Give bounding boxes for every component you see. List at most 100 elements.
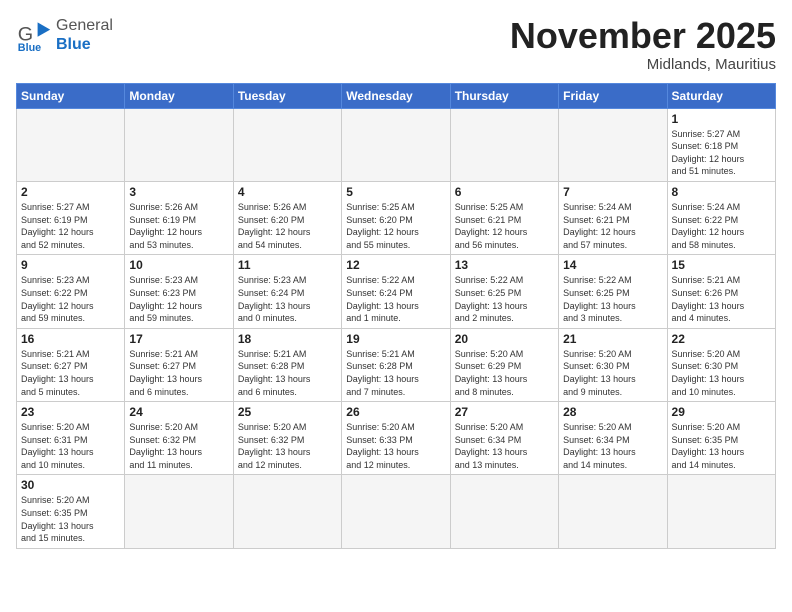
calendar: SundayMondayTuesdayWednesdayThursdayFrid… bbox=[16, 83, 776, 549]
calendar-cell bbox=[233, 475, 341, 548]
calendar-cell: 9 Sunrise: 5:23 AM Sunset: 6:22 PM Daylig… bbox=[17, 255, 125, 328]
weekday-header-thursday: Thursday bbox=[450, 83, 558, 108]
day-number: 23 bbox=[21, 405, 120, 419]
week-row-3: 16 Sunrise: 5:21 AM Sunset: 6:27 PM Dayli… bbox=[17, 328, 776, 401]
calendar-cell bbox=[342, 475, 450, 548]
calendar-cell bbox=[125, 475, 233, 548]
calendar-cell: 7 Sunrise: 5:24 AM Sunset: 6:21 PM Daylig… bbox=[559, 181, 667, 254]
day-info: Sunrise: 5:21 AM Sunset: 6:27 PM Dayligh… bbox=[21, 348, 120, 398]
day-info: Sunrise: 5:20 AM Sunset: 6:34 PM Dayligh… bbox=[455, 421, 554, 471]
logo: G Blue General Blue bbox=[16, 16, 113, 54]
calendar-cell: 16 Sunrise: 5:21 AM Sunset: 6:27 PM Dayli… bbox=[17, 328, 125, 401]
calendar-cell: 5Sunrise: 5:25 AM Sunset: 6:20 PM Daylig… bbox=[342, 181, 450, 254]
calendar-cell bbox=[450, 475, 558, 548]
day-info: Sunrise: 5:21 AM Sunset: 6:26 PM Dayligh… bbox=[672, 274, 771, 324]
calendar-cell: 20 Sunrise: 5:20 AM Sunset: 6:29 PM Dayli… bbox=[450, 328, 558, 401]
logo-text: General Blue bbox=[56, 16, 113, 54]
calendar-cell bbox=[559, 108, 667, 181]
day-info: Sunrise: 5:23 AM Sunset: 6:22 PM Dayligh… bbox=[21, 274, 120, 324]
day-info: Sunrise: 5:23 AM Sunset: 6:23 PM Dayligh… bbox=[129, 274, 228, 324]
calendar-cell bbox=[667, 475, 775, 548]
calendar-cell: 1Sunrise: 5:27 AM Sunset: 6:18 PM Daylig… bbox=[667, 108, 775, 181]
day-number: 6 bbox=[455, 185, 554, 199]
day-info: Sunrise: 5:24 AM Sunset: 6:21 PM Dayligh… bbox=[563, 201, 662, 251]
day-number: 1 bbox=[672, 112, 771, 126]
calendar-cell: 8Sunrise: 5:24 AM Sunset: 6:22 PM Daylig… bbox=[667, 181, 775, 254]
calendar-cell: 15 Sunrise: 5:21 AM Sunset: 6:26 PM Dayli… bbox=[667, 255, 775, 328]
day-number: 13 bbox=[455, 258, 554, 272]
calendar-cell: 6 Sunrise: 5:25 AM Sunset: 6:21 PM Daylig… bbox=[450, 181, 558, 254]
day-info: Sunrise: 5:20 AM Sunset: 6:32 PM Dayligh… bbox=[129, 421, 228, 471]
day-number: 27 bbox=[455, 405, 554, 419]
day-info: Sunrise: 5:20 AM Sunset: 6:34 PM Dayligh… bbox=[563, 421, 662, 471]
day-number: 7 bbox=[563, 185, 662, 199]
calendar-cell: 17 Sunrise: 5:21 AM Sunset: 6:27 PM Dayli… bbox=[125, 328, 233, 401]
day-info: Sunrise: 5:20 AM Sunset: 6:30 PM Dayligh… bbox=[563, 348, 662, 398]
calendar-cell: 11Sunrise: 5:23 AM Sunset: 6:24 PM Dayli… bbox=[233, 255, 341, 328]
calendar-cell bbox=[450, 108, 558, 181]
day-number: 25 bbox=[238, 405, 337, 419]
day-info: Sunrise: 5:20 AM Sunset: 6:30 PM Dayligh… bbox=[672, 348, 771, 398]
day-info: Sunrise: 5:26 AM Sunset: 6:19 PM Dayligh… bbox=[129, 201, 228, 251]
day-number: 15 bbox=[672, 258, 771, 272]
day-number: 29 bbox=[672, 405, 771, 419]
weekday-header-saturday: Saturday bbox=[667, 83, 775, 108]
calendar-cell: 18 Sunrise: 5:21 AM Sunset: 6:28 PM Dayli… bbox=[233, 328, 341, 401]
day-number: 14 bbox=[563, 258, 662, 272]
calendar-cell bbox=[125, 108, 233, 181]
day-number: 2 bbox=[21, 185, 120, 199]
day-info: Sunrise: 5:20 AM Sunset: 6:35 PM Dayligh… bbox=[21, 494, 120, 544]
location-subtitle: Midlands, Mauritius bbox=[510, 56, 776, 73]
calendar-cell: 13 Sunrise: 5:22 AM Sunset: 6:25 PM Dayli… bbox=[450, 255, 558, 328]
day-number: 30 bbox=[21, 478, 120, 492]
week-row-2: 9 Sunrise: 5:23 AM Sunset: 6:22 PM Daylig… bbox=[17, 255, 776, 328]
day-info: Sunrise: 5:23 AM Sunset: 6:24 PM Dayligh… bbox=[238, 274, 337, 324]
week-row-1: 2Sunrise: 5:27 AM Sunset: 6:19 PM Daylig… bbox=[17, 181, 776, 254]
day-number: 9 bbox=[21, 258, 120, 272]
day-number: 17 bbox=[129, 332, 228, 346]
logo-blue: Blue bbox=[56, 36, 91, 53]
day-number: 20 bbox=[455, 332, 554, 346]
calendar-cell bbox=[559, 475, 667, 548]
calendar-cell: 10Sunrise: 5:23 AM Sunset: 6:23 PM Dayli… bbox=[125, 255, 233, 328]
day-number: 12 bbox=[346, 258, 445, 272]
day-info: Sunrise: 5:22 AM Sunset: 6:25 PM Dayligh… bbox=[563, 274, 662, 324]
month-title: November 2025 bbox=[510, 16, 776, 56]
calendar-cell: 24 Sunrise: 5:20 AM Sunset: 6:32 PM Dayli… bbox=[125, 402, 233, 475]
calendar-cell: 23 Sunrise: 5:20 AM Sunset: 6:31 PM Dayli… bbox=[17, 402, 125, 475]
day-number: 16 bbox=[21, 332, 120, 346]
calendar-cell bbox=[342, 108, 450, 181]
svg-text:Blue: Blue bbox=[18, 42, 41, 53]
weekday-header-friday: Friday bbox=[559, 83, 667, 108]
calendar-cell: 4Sunrise: 5:26 AM Sunset: 6:20 PM Daylig… bbox=[233, 181, 341, 254]
day-number: 19 bbox=[346, 332, 445, 346]
day-info: Sunrise: 5:20 AM Sunset: 6:32 PM Dayligh… bbox=[238, 421, 337, 471]
calendar-cell: 22Sunrise: 5:20 AM Sunset: 6:30 PM Dayli… bbox=[667, 328, 775, 401]
calendar-cell: 14 Sunrise: 5:22 AM Sunset: 6:25 PM Dayli… bbox=[559, 255, 667, 328]
calendar-cell: 26Sunrise: 5:20 AM Sunset: 6:33 PM Dayli… bbox=[342, 402, 450, 475]
week-row-0: 1Sunrise: 5:27 AM Sunset: 6:18 PM Daylig… bbox=[17, 108, 776, 181]
calendar-cell: 12 Sunrise: 5:22 AM Sunset: 6:24 PM Dayli… bbox=[342, 255, 450, 328]
day-info: Sunrise: 5:21 AM Sunset: 6:28 PM Dayligh… bbox=[238, 348, 337, 398]
calendar-cell bbox=[17, 108, 125, 181]
day-number: 3 bbox=[129, 185, 228, 199]
day-info: Sunrise: 5:20 AM Sunset: 6:29 PM Dayligh… bbox=[455, 348, 554, 398]
day-info: Sunrise: 5:25 AM Sunset: 6:21 PM Dayligh… bbox=[455, 201, 554, 251]
calendar-cell bbox=[233, 108, 341, 181]
header: G Blue General Blue November 2025 Midlan… bbox=[16, 16, 776, 73]
week-row-5: 30 Sunrise: 5:20 AM Sunset: 6:35 PM Dayli… bbox=[17, 475, 776, 548]
day-info: Sunrise: 5:20 AM Sunset: 6:31 PM Dayligh… bbox=[21, 421, 120, 471]
day-info: Sunrise: 5:25 AM Sunset: 6:20 PM Dayligh… bbox=[346, 201, 445, 251]
logo-icon: G Blue bbox=[16, 17, 52, 53]
day-info: Sunrise: 5:24 AM Sunset: 6:22 PM Dayligh… bbox=[672, 201, 771, 251]
calendar-cell: 28Sunrise: 5:20 AM Sunset: 6:34 PM Dayli… bbox=[559, 402, 667, 475]
day-info: Sunrise: 5:22 AM Sunset: 6:24 PM Dayligh… bbox=[346, 274, 445, 324]
day-number: 24 bbox=[129, 405, 228, 419]
day-number: 18 bbox=[238, 332, 337, 346]
title-area: November 2025 Midlands, Mauritius bbox=[510, 16, 776, 73]
calendar-cell: 2Sunrise: 5:27 AM Sunset: 6:19 PM Daylig… bbox=[17, 181, 125, 254]
weekday-header-row: SundayMondayTuesdayWednesdayThursdayFrid… bbox=[17, 83, 776, 108]
day-info: Sunrise: 5:21 AM Sunset: 6:27 PM Dayligh… bbox=[129, 348, 228, 398]
logo-general: General bbox=[56, 17, 113, 34]
day-info: Sunrise: 5:22 AM Sunset: 6:25 PM Dayligh… bbox=[455, 274, 554, 324]
